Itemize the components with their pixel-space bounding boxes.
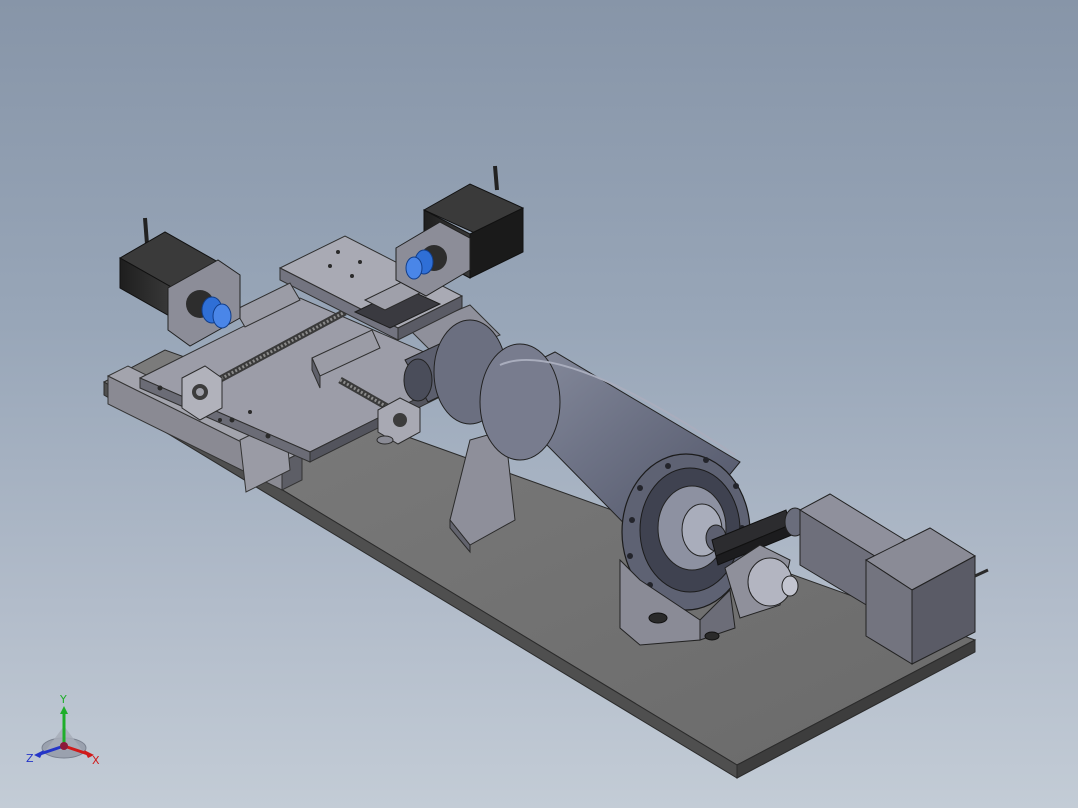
z-axis-label: Z bbox=[26, 752, 34, 765]
cad-viewport[interactable]: Y X Z bbox=[0, 0, 1078, 808]
cad-assembly-model[interactable] bbox=[0, 0, 1078, 808]
triad-origin bbox=[60, 742, 68, 750]
y-axis-label: Y bbox=[59, 693, 67, 706]
x-axis-label: X bbox=[92, 754, 100, 767]
view-orientation-triad[interactable]: Y X Z bbox=[22, 692, 112, 772]
y-axis-arrow bbox=[60, 706, 68, 714]
